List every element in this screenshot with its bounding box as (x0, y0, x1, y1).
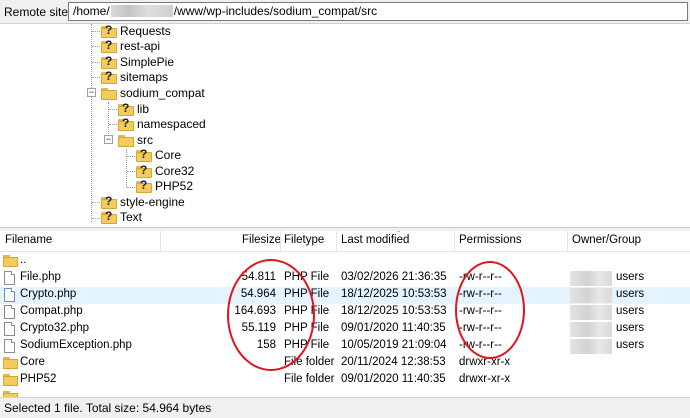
tree-connector (91, 24, 92, 222)
unknown-folder-icon: ? (101, 38, 117, 53)
path-prefix: /home/ (73, 4, 110, 18)
folder-icon (3, 255, 18, 267)
file-list-header: Filename Filesize Filetype Last modified… (0, 231, 690, 252)
tree-item-style-engine[interactable]: ? style-engine (101, 194, 185, 210)
redacted-owner (570, 288, 612, 303)
file-icon (4, 322, 15, 336)
remote-site-label: Remote site: (4, 5, 72, 19)
redacted-owner (570, 271, 612, 286)
status-bar: Selected 1 file. Total size: 54.964 byte… (0, 397, 690, 418)
redacted-owner (570, 305, 612, 320)
tree-item-text[interactable]: ? Text (101, 209, 142, 225)
unknown-folder-icon: ? (101, 209, 117, 224)
redacted-owner (570, 322, 612, 337)
tree-item-sodium-compat[interactable]: sodium_compat (101, 85, 205, 101)
list-item-parent[interactable]: .. (0, 253, 690, 270)
unknown-folder-icon: ? (118, 116, 134, 131)
path-suffix: /www/wp-includes/sodium_compat/src (173, 4, 378, 18)
table-row[interactable]: Core File folder 20/11/2024 12:38:53 drw… (0, 355, 690, 372)
unknown-folder-icon: ? (136, 178, 152, 193)
column-filetype[interactable]: Filetype (284, 234, 324, 246)
unknown-folder-icon: ? (101, 69, 117, 84)
collapse-toggle-src[interactable]: − (104, 135, 113, 144)
tree-item-sitemaps[interactable]: ? sitemaps (101, 69, 168, 85)
folder-icon (3, 357, 18, 369)
unknown-folder-icon: ? (136, 147, 152, 162)
column-filesize[interactable]: Filesize (242, 234, 281, 246)
tree-connector (126, 149, 127, 187)
table-row[interactable]: File.php 54.811 PHP File 03/02/2026 21:3… (0, 270, 690, 287)
file-icon (4, 305, 15, 319)
table-row-partial[interactable] (0, 389, 690, 397)
redacted-username (110, 5, 173, 17)
table-row[interactable]: Crypto32.php 55.119 PHP File 09/01/2020 … (0, 321, 690, 338)
file-icon (4, 339, 15, 353)
file-icon (4, 288, 15, 302)
folder-icon (101, 87, 117, 100)
status-text: Selected 1 file. Total size: 54.964 byte… (4, 401, 212, 415)
column-filename[interactable]: Filename (5, 234, 52, 246)
collapse-toggle-sodium-compat[interactable]: − (87, 88, 96, 97)
tree-item-namespaced[interactable]: ? namespaced (118, 116, 206, 132)
table-row[interactable]: PHP52 File folder 09/01/2020 11:40:35 dr… (0, 372, 690, 389)
remote-directory-tree[interactable]: − − ? Requests ? rest-api ? SimplePie ? … (0, 24, 690, 228)
tree-item-php52[interactable]: ? PHP52 (136, 178, 193, 194)
folder-icon (3, 374, 18, 386)
redacted-owner (570, 339, 612, 354)
table-row[interactable]: Compat.php 164.693 PHP File 18/12/2025 1… (0, 304, 690, 321)
remote-file-list[interactable]: Filename Filesize Filetype Last modified… (0, 231, 690, 397)
sort-chevron-icon: ⌃ (395, 231, 402, 238)
column-owner-group[interactable]: Owner/Group (572, 234, 641, 246)
column-permissions[interactable]: Permissions (459, 234, 522, 246)
remote-site-bar: Remote site: /home/ /www/wp-includes/sodi… (0, 0, 690, 24)
file-icon (4, 271, 15, 285)
table-row-selected[interactable]: Crypto.php 54.964 PHP File 18/12/2025 10… (0, 287, 690, 304)
remote-site-path-input[interactable]: /home/ /www/wp-includes/sodium_compat/src (68, 2, 688, 21)
folder-icon (118, 134, 134, 147)
table-row[interactable]: SodiumException.php 158 PHP File 10/05/2… (0, 338, 690, 355)
tree-item-src[interactable]: src (118, 132, 153, 148)
